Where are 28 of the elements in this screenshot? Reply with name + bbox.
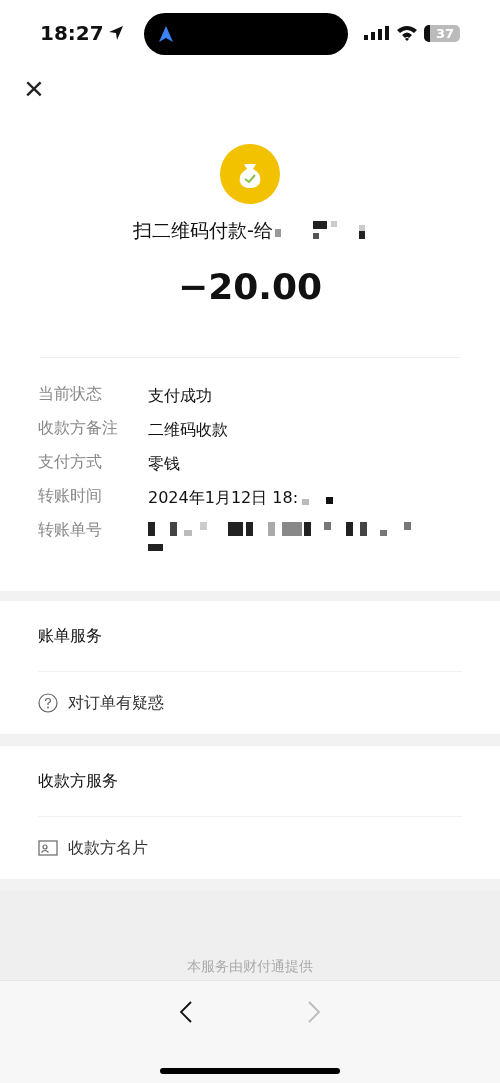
money-bag-icon xyxy=(220,144,280,204)
contact-card-icon xyxy=(38,839,58,857)
question-icon xyxy=(38,693,58,713)
detail-label: 当前状态 xyxy=(38,384,103,405)
location-arrow-icon xyxy=(107,25,124,41)
detail-label: 转账时间 xyxy=(38,486,103,507)
detail-value: 二维码收款 xyxy=(148,420,228,441)
wifi-icon xyxy=(395,25,418,41)
provider-note: 本服务由财付通提供 xyxy=(187,958,313,976)
service-item[interactable]: 收款方名片 xyxy=(38,817,462,879)
detail-label: 转账单号 xyxy=(38,520,103,541)
battery-level: 37 xyxy=(423,24,460,42)
section-title: 账单服务 xyxy=(38,601,462,672)
payment-amount: −20.00 xyxy=(177,266,322,307)
payment-title: 扫二维码付款-给 xyxy=(133,218,273,243)
detail-value: 2024年1月12日 18: xyxy=(148,488,299,509)
detail-label: 收款方备注 xyxy=(38,418,119,439)
status-time: 18:27 xyxy=(40,21,104,45)
navigation-arrow-icon xyxy=(159,26,173,42)
detail-value: 支付成功 xyxy=(148,386,212,407)
chevron-left-icon xyxy=(180,1001,192,1023)
close-button[interactable]: × xyxy=(20,71,48,105)
signal-icon xyxy=(363,25,390,41)
section-title: 收款方服务 xyxy=(38,746,462,817)
chevron-right-icon xyxy=(308,1001,320,1023)
detail-value: 零钱 xyxy=(148,454,180,475)
detail-label: 支付方式 xyxy=(38,452,103,473)
service-item[interactable]: 对订单有疑惑 xyxy=(38,672,462,734)
